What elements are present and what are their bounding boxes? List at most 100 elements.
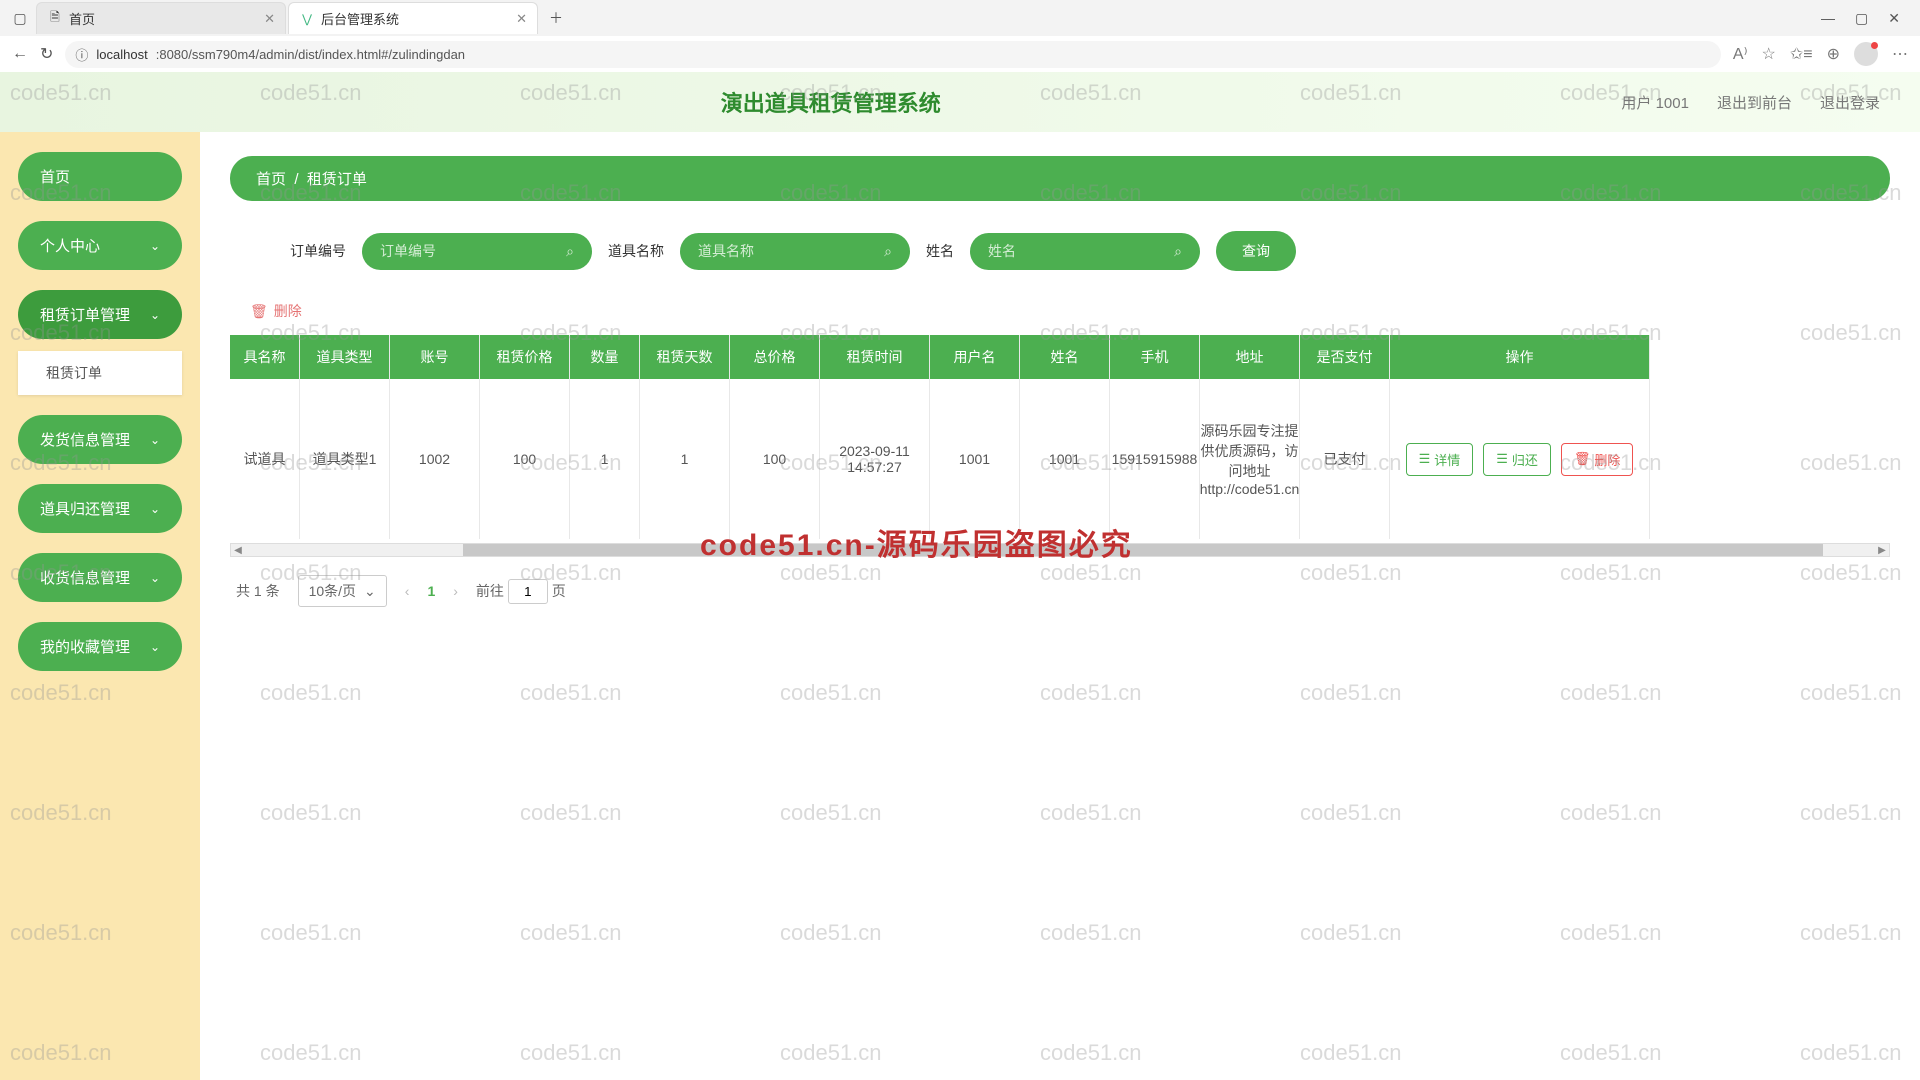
back-icon[interactable]: ←: [12, 45, 28, 63]
tab-bar: ▢ 🗎 首页 ✕ ⋁ 后台管理系统 ✕ ＋ — ▢ ✕: [0, 0, 1920, 36]
chevron-down-icon: ⌄: [150, 433, 160, 447]
sidebar-item-favorites[interactable]: 我的收藏管理 ⌄: [18, 622, 182, 671]
favorites-bar-icon[interactable]: ✩≡: [1790, 44, 1813, 64]
td-time: 2023-09-11 14:57:27: [820, 379, 930, 539]
sidebar-item-label: 个人中心: [40, 235, 100, 256]
th-phone: 手机: [1110, 335, 1200, 379]
read-aloud-icon[interactable]: A⁾: [1733, 44, 1748, 64]
search-label-name: 姓名: [926, 241, 954, 261]
search-input-propname[interactable]: [698, 243, 884, 259]
user-label: 用户 1001: [1621, 92, 1689, 113]
close-icon[interactable]: ✕: [264, 11, 275, 27]
prev-page-icon[interactable]: ‹: [405, 583, 410, 599]
detail-icon: ☰: [1419, 451, 1431, 467]
page-jump-input[interactable]: [508, 579, 548, 604]
browser-chrome: ▢ 🗎 首页 ✕ ⋁ 后台管理系统 ✕ ＋ — ▢ ✕ ← ↻ ⓘ localh…: [0, 0, 1920, 72]
td-paid: 已支付: [1300, 379, 1390, 539]
td-actions: ☰详情 ☰归还 🗑删除: [1390, 379, 1650, 539]
chevron-down-icon: ⌄: [150, 308, 160, 322]
sidebar-item-rental-orders[interactable]: 租赁订单管理 ⌄: [18, 290, 182, 339]
collections-icon[interactable]: ⊕: [1827, 44, 1840, 64]
breadcrumb-sep: /: [294, 171, 298, 188]
address-bar: ← ↻ ⓘ localhost:8080/ssm790m4/admin/dist…: [0, 36, 1920, 72]
sidebar-item-label: 发货信息管理: [40, 429, 130, 450]
sidebar-item-profile[interactable]: 个人中心 ⌄: [18, 221, 182, 270]
chevron-down-icon: ⌄: [150, 571, 160, 585]
bulk-delete-button[interactable]: 🗑 删除: [250, 301, 302, 321]
pager-total: 共 1 条: [236, 581, 280, 601]
sidebar-item-shipping[interactable]: 发货信息管理 ⌄: [18, 415, 182, 464]
td-phone: 15915915988: [1110, 379, 1200, 539]
breadcrumb: 首页 / 租赁订单: [230, 156, 1890, 201]
page-size-select[interactable]: 10条/页 ⌄: [298, 575, 387, 607]
th-price: 租赁价格: [480, 335, 570, 379]
th-time: 租赁时间: [820, 335, 930, 379]
row-delete-button[interactable]: 🗑删除: [1561, 443, 1634, 476]
vue-icon: ⋁: [299, 11, 315, 27]
breadcrumb-home[interactable]: 首页: [256, 171, 286, 188]
trash-icon: 🗑: [250, 303, 268, 320]
trash-icon: 🗑: [1574, 451, 1591, 467]
search-input-orderno-wrap: ⌕: [362, 233, 592, 270]
reload-icon[interactable]: ↻: [40, 44, 53, 64]
page-icon: 🗎: [47, 11, 63, 27]
table-header: 具名称 道具类型 账号 租赁价格 数量 租赁天数 总价格 租赁时间 用户名 姓名…: [230, 335, 1890, 379]
th-type: 道具类型: [300, 335, 390, 379]
tab-label: 首页: [69, 9, 95, 28]
th-name: 具名称: [230, 335, 300, 379]
sidebar-item-label: 收货信息管理: [40, 567, 130, 588]
new-tab-icon[interactable]: ＋: [540, 2, 572, 34]
pagination: 共 1 条 10条/页 ⌄ ‹ 1 › 前往 页: [230, 557, 1890, 625]
sidebar-item-return[interactable]: 道具归还管理 ⌄: [18, 484, 182, 533]
goto-front-link[interactable]: 退出到前台: [1717, 92, 1792, 113]
horizontal-scrollbar[interactable]: ◀ ▶: [230, 543, 1890, 557]
sidebar-item-home[interactable]: 首页: [18, 152, 182, 201]
more-icon[interactable]: ⋯: [1892, 44, 1908, 64]
minimize-icon[interactable]: —: [1821, 10, 1835, 27]
th-days: 租赁天数: [640, 335, 730, 379]
search-input-name[interactable]: [988, 243, 1174, 259]
page-number[interactable]: 1: [427, 583, 435, 599]
chevron-down-icon: ⌄: [150, 239, 160, 253]
sidebar-subitem-rental-order[interactable]: 租赁订单: [18, 351, 182, 395]
close-icon[interactable]: ✕: [516, 11, 527, 27]
favorite-icon[interactable]: ☆: [1762, 44, 1776, 64]
search-icon: ⌕: [1174, 243, 1182, 260]
detail-button[interactable]: ☰详情: [1406, 443, 1474, 476]
sidebar-item-label: 首页: [40, 166, 70, 187]
scroll-right-icon[interactable]: ▶: [1875, 544, 1889, 556]
sidebar-item-label: 我的收藏管理: [40, 636, 130, 657]
scrollbar-thumb[interactable]: [463, 544, 1823, 556]
close-window-icon[interactable]: ✕: [1888, 10, 1900, 27]
search-button[interactable]: 查询: [1216, 231, 1296, 271]
logout-link[interactable]: 退出登录: [1820, 92, 1880, 113]
next-page-icon[interactable]: ›: [453, 583, 458, 599]
td-name: 试道具: [230, 379, 300, 539]
th-realname: 姓名: [1020, 335, 1110, 379]
return-button[interactable]: ☰归还: [1483, 443, 1551, 476]
profile-icon[interactable]: [1854, 42, 1878, 66]
scroll-left-icon[interactable]: ◀: [231, 544, 245, 556]
sidebar-item-receive[interactable]: 收货信息管理 ⌄: [18, 553, 182, 602]
td-user: 1001: [930, 379, 1020, 539]
search-icon: ⌕: [566, 243, 574, 260]
info-icon: ⓘ: [75, 45, 88, 64]
tab-admin[interactable]: ⋁ 后台管理系统 ✕: [288, 2, 538, 34]
url-path: :8080/ssm790m4/admin/dist/index.html#/zu…: [156, 47, 465, 62]
table: 具名称 道具类型 账号 租赁价格 数量 租赁天数 总价格 租赁时间 用户名 姓名…: [230, 335, 1890, 557]
th-user: 用户名: [930, 335, 1020, 379]
search-input-name-wrap: ⌕: [970, 233, 1200, 270]
maximize-icon[interactable]: ▢: [1855, 10, 1868, 27]
td-type: 道具类型1: [300, 379, 390, 539]
tab-home[interactable]: 🗎 首页 ✕: [36, 2, 286, 34]
td-realname: 1001: [1020, 379, 1110, 539]
search-label-orderno: 订单编号: [290, 241, 346, 261]
page-header: 演出道具租赁管理系统 用户 1001 退出到前台 退出登录: [0, 72, 1920, 132]
search-input-orderno[interactable]: [380, 243, 566, 259]
table-row: 试道具 道具类型1 1002 100 1 1 100 2023-09-11 14…: [230, 379, 1890, 539]
breadcrumb-current: 租赁订单: [307, 171, 367, 188]
tab-overview-icon[interactable]: ▢: [4, 2, 36, 34]
url-input[interactable]: ⓘ localhost:8080/ssm790m4/admin/dist/ind…: [65, 41, 1720, 68]
search-input-propname-wrap: ⌕: [680, 233, 910, 270]
td-days: 1: [640, 379, 730, 539]
